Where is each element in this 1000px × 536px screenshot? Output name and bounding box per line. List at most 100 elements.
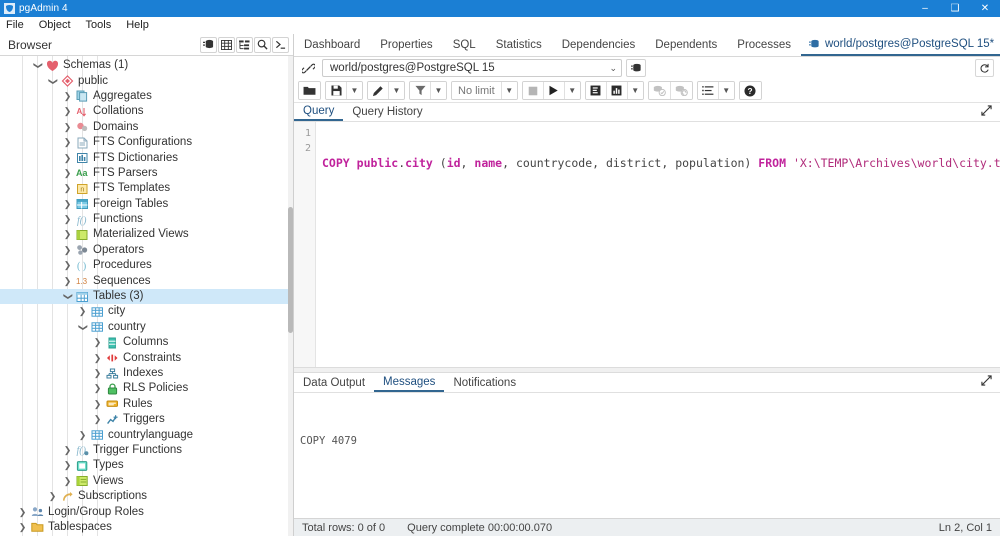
tree-item-sequences[interactable]: ❯ 1.3 Sequences: [0, 273, 293, 288]
chevron-right-icon[interactable]: ❯: [60, 276, 75, 286]
stop-query-button[interactable]: [522, 82, 544, 99]
chevron-down-icon[interactable]: ❯: [45, 77, 60, 86]
chevron-right-icon[interactable]: ❯: [60, 245, 75, 255]
chevron-right-icon[interactable]: ❯: [45, 492, 60, 501]
tree-item-aggregates[interactable]: ❯ Aggregates: [0, 89, 293, 104]
connection-select[interactable]: world/postgres@PostgreSQL 15 ⌄: [322, 59, 622, 77]
chevron-right-icon[interactable]: ❯: [60, 461, 75, 470]
tab-query-tool[interactable]: world/postgres@PostgreSQL 15*: [800, 34, 1000, 56]
chevron-right-icon[interactable]: ❯: [60, 138, 75, 147]
object-explorer-icon[interactable]: [200, 36, 217, 53]
properties-grid-icon[interactable]: [218, 36, 235, 53]
tab-dependents[interactable]: Dependents: [645, 34, 727, 56]
chevron-right-icon[interactable]: ❯: [90, 384, 105, 393]
chevron-right-icon[interactable]: ❯: [60, 261, 75, 270]
tree-item-country[interactable]: ❯ country: [0, 320, 293, 335]
chevron-down-icon[interactable]: ❯: [60, 292, 75, 301]
tab-processes[interactable]: Processes: [727, 34, 801, 56]
tree-item-columns[interactable]: ❯ Columns: [0, 335, 293, 350]
tree-item-constraints[interactable]: ❯ Constraints: [0, 350, 293, 365]
sql-editor[interactable]: 1 2 COPY public.city (id, name, countryc…: [294, 122, 1000, 367]
chevron-right-icon[interactable]: ❯: [60, 91, 75, 101]
filter-dropdown[interactable]: ▼: [431, 82, 446, 99]
explain-analyze-button[interactable]: [606, 82, 628, 99]
menu-file[interactable]: File: [6, 19, 32, 31]
tab-dashboard[interactable]: Dashboard: [294, 34, 370, 56]
chevron-right-icon[interactable]: ❯: [15, 522, 30, 532]
chevron-right-icon[interactable]: ❯: [90, 415, 105, 424]
terminal-icon[interactable]: [272, 36, 289, 53]
chevron-right-icon[interactable]: ❯: [90, 353, 105, 363]
tree-item-rules[interactable]: ❯ Rules: [0, 397, 293, 412]
tree-item-foreign-tables[interactable]: ❯ Foreign Tables: [0, 197, 293, 212]
object-tree[interactable]: ❯ Schemas (1) ❯ public ❯ Aggregates ❯ A Collatio…: [0, 56, 293, 536]
chevron-right-icon[interactable]: ❯: [75, 430, 90, 440]
chevron-right-icon[interactable]: ❯: [60, 230, 75, 239]
tree-item-trigger-functions[interactable]: ❯ f() Trigger Functions: [0, 443, 293, 458]
tree-item-fts-templates[interactable]: ❯ n FTS Templates: [0, 181, 293, 196]
tab-messages[interactable]: Messages: [374, 373, 445, 392]
chevron-right-icon[interactable]: ❯: [60, 122, 75, 132]
tree-item-fts-configurations[interactable]: ❯ FTS Configurations: [0, 135, 293, 150]
open-file-button[interactable]: [299, 82, 320, 99]
sql-tree-icon[interactable]: [236, 36, 253, 53]
tree-item-login-group-roles[interactable]: ❯ Login/Group Roles: [0, 504, 293, 519]
search-icon[interactable]: [254, 36, 271, 53]
minimize-button[interactable]: –: [910, 0, 940, 17]
chevron-right-icon[interactable]: ❯: [60, 168, 75, 178]
chevron-right-icon[interactable]: ❯: [60, 184, 75, 193]
tree-item-schemas-1[interactable]: ❯ Schemas (1): [0, 58, 293, 73]
menu-help[interactable]: Help: [126, 19, 157, 31]
tree-item-operators[interactable]: ❯ Operators: [0, 243, 293, 258]
tree-item-domains[interactable]: ❯ Domains: [0, 120, 293, 135]
edit-dropdown[interactable]: ▼: [389, 82, 404, 99]
tab-statistics[interactable]: Statistics: [486, 34, 552, 56]
tree-item-collations[interactable]: ❯ A Collations: [0, 104, 293, 119]
tree-item-city[interactable]: ❯ city: [0, 304, 293, 319]
save-file-dropdown[interactable]: ▼: [347, 82, 362, 99]
chevron-right-icon[interactable]: ❯: [90, 399, 105, 409]
tab-notifications[interactable]: Notifications: [444, 373, 525, 392]
chevron-down-icon[interactable]: ❯: [30, 61, 45, 70]
save-file-button[interactable]: [326, 82, 347, 99]
tab-sql[interactable]: SQL: [443, 34, 486, 56]
chevron-right-icon[interactable]: ❯: [90, 338, 105, 347]
tree-item-public[interactable]: ❯ public: [0, 73, 293, 88]
explain-dropdown[interactable]: ▼: [627, 82, 643, 99]
tab-query-history[interactable]: Query History: [343, 103, 431, 121]
browser-scrollbar-thumb[interactable]: [288, 207, 293, 333]
chevron-right-icon[interactable]: ❯: [60, 445, 75, 455]
tree-item-tables-3[interactable]: ❯ Tables (3): [0, 288, 293, 305]
execute-query-button[interactable]: [543, 82, 565, 99]
tab-query[interactable]: Query: [294, 103, 344, 121]
chevron-right-icon[interactable]: ❯: [60, 153, 75, 163]
tree-item-triggers[interactable]: ❯ Triggers: [0, 412, 293, 427]
tree-item-tablespaces[interactable]: ❯ Tablespaces: [0, 520, 293, 535]
close-button[interactable]: ✕: [970, 0, 1000, 17]
tree-item-countrylanguage[interactable]: ❯ countrylanguage: [0, 427, 293, 442]
chevron-right-icon[interactable]: ❯: [60, 199, 75, 209]
chevron-right-icon[interactable]: ❯: [60, 107, 75, 116]
commit-button[interactable]: [648, 82, 671, 99]
tree-item-subscriptions[interactable]: ❯ Subscriptions: [0, 489, 293, 504]
tree-item-indexes[interactable]: ❯ Indexes: [0, 366, 293, 381]
expand-diagonal-icon[interactable]: [981, 105, 992, 119]
macros-dropdown[interactable]: ▼: [718, 82, 734, 99]
tree-item-functions[interactable]: ❯ f() Functions: [0, 212, 293, 227]
tree-item-procedures[interactable]: ❯ ( ) Procedures: [0, 258, 293, 273]
tab-properties[interactable]: Properties: [370, 34, 442, 56]
filter-button[interactable]: [410, 82, 431, 99]
tab-data-output[interactable]: Data Output: [294, 373, 374, 392]
maximize-button[interactable]: ❑: [940, 0, 970, 17]
macros-button[interactable]: [697, 82, 719, 99]
sql-code[interactable]: COPY public.city (id, name, countrycode,…: [316, 122, 1000, 367]
edit-button[interactable]: [368, 82, 389, 99]
chevron-right-icon[interactable]: ❯: [75, 307, 90, 316]
tree-item-rls-policies[interactable]: ❯ RLS Policies: [0, 381, 293, 396]
row-limit-dropdown[interactable]: ▼: [501, 82, 517, 99]
row-limit-select[interactable]: No limit: [452, 82, 502, 99]
menu-tools[interactable]: Tools: [86, 19, 120, 31]
chevron-down-icon[interactable]: ❯: [75, 323, 90, 332]
explain-button[interactable]: [585, 82, 607, 99]
chevron-right-icon[interactable]: ❯: [15, 507, 30, 517]
